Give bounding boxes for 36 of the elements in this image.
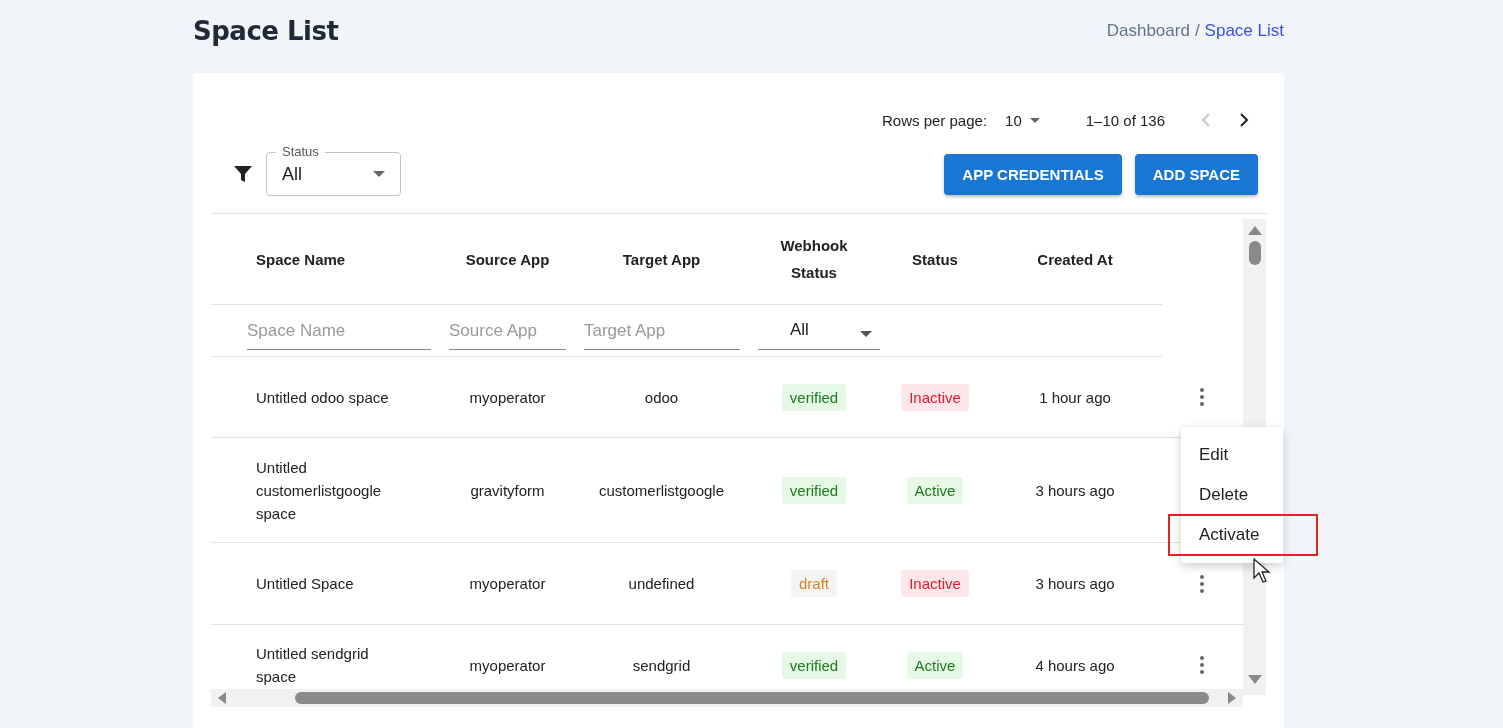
column-header: Created At [1037, 249, 1113, 270]
status-badge: Inactive [901, 383, 969, 411]
table-cell: gravityform [470, 481, 545, 499]
status-value: All [282, 163, 302, 185]
table-cell-text: Untitled customerlistgoogle space [256, 457, 383, 524]
table-cell: sendgrid [632, 656, 691, 674]
status-label: Status [276, 144, 325, 159]
table-cell: customerlistgoogle [598, 481, 725, 499]
table-cell: undefined [628, 575, 695, 592]
table-cell: myoperator [469, 656, 546, 674]
table-cell: 3 hours ago [1035, 575, 1115, 592]
table-cell-text: Untitled Space [256, 574, 354, 594]
table-cell: myoperator [469, 575, 546, 592]
page-range: 1–10 of 136 [1085, 111, 1165, 129]
table-cell: odoo [644, 388, 679, 406]
column-header: Webhook Status [779, 236, 849, 283]
webhook-status-badge: verified [781, 651, 847, 679]
table-cell: 1 hour ago [1039, 388, 1111, 406]
column-header: Status [912, 249, 958, 270]
column-header: Target App [622, 249, 701, 270]
page-title: Space List [193, 16, 339, 46]
breadcrumb-separator: / [1194, 21, 1200, 41]
table-cell: myoperator [469, 388, 546, 406]
table-cell-text: Untitled sendgrid space [256, 644, 370, 687]
webhook-status-badge: verified [781, 476, 847, 504]
status-badge: Inactive [901, 570, 969, 597]
status-badge: Active [906, 651, 964, 679]
table-cell: 3 hours ago [1035, 481, 1115, 499]
status-badge: Active [906, 476, 964, 504]
rows-per-page-label: Rows per page: [882, 111, 988, 129]
table-cell-text: Untitled odoo space [256, 387, 389, 408]
column-header: Space Name [256, 249, 346, 270]
table-cell: 4 hours ago [1035, 656, 1115, 674]
webhook-status-badge: draft [791, 570, 837, 597]
webhook-status-badge: verified [781, 383, 847, 411]
column-header: Source App [465, 249, 550, 270]
